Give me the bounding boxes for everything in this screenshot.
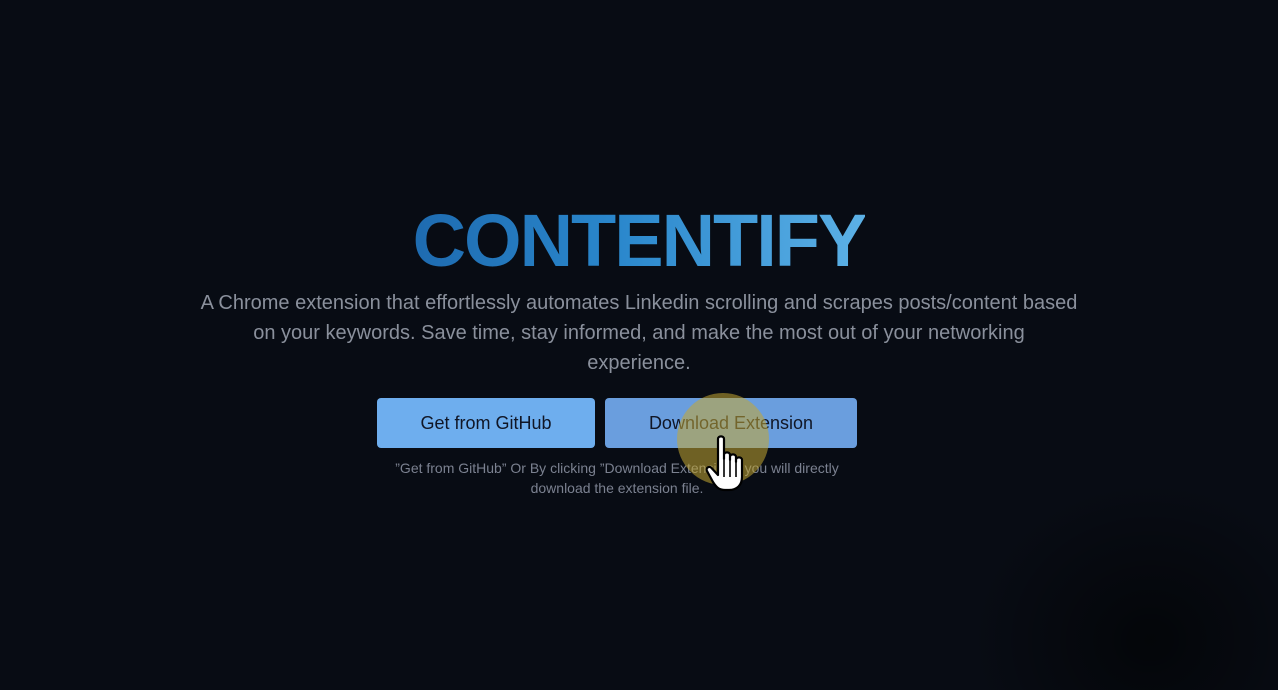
page-title: CONTENTIFY (413, 196, 868, 286)
action-buttons: Get from GitHub Download Extension (377, 398, 857, 448)
hero-section: CONTENTIFY A Chrome extension that effor… (0, 196, 1278, 378)
download-note: ”Get from GitHub” Or By clicking ”Downlo… (395, 460, 839, 496)
page-background: CONTENTIFY A Chrome extension that effor… (0, 0, 1278, 690)
hero-description: A Chrome extension that effortlessly aut… (200, 292, 1078, 374)
download-extension-button[interactable]: Download Extension (605, 398, 857, 448)
get-from-github-button[interactable]: Get from GitHub (377, 398, 595, 448)
